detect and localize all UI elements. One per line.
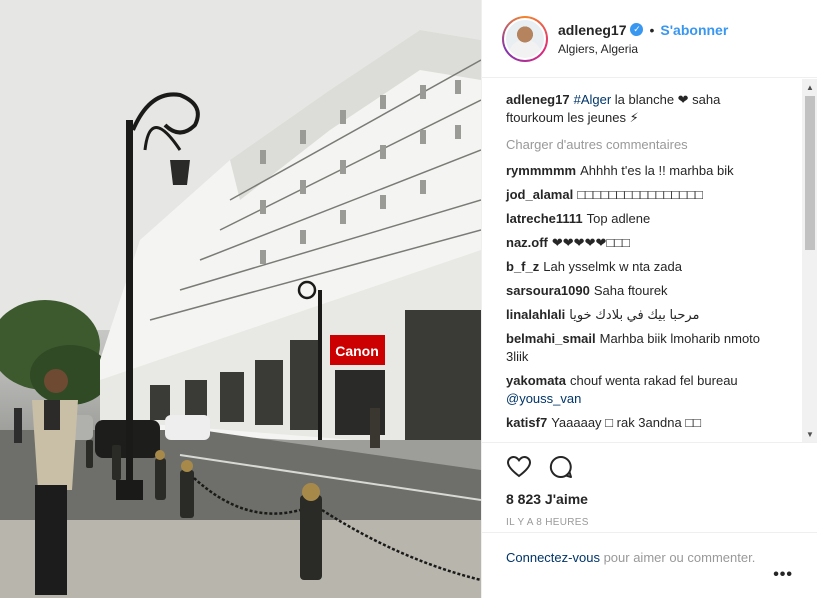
avatar[interactable] (502, 15, 548, 62)
scrollbar-thumb[interactable] (805, 96, 815, 250)
comments-scrollbar[interactable]: ▲ ▼ (802, 79, 817, 442)
scroll-up-arrow-icon[interactable]: ▲ (802, 79, 817, 95)
comment-icon[interactable] (548, 454, 574, 480)
comment-text: Yaaaaay □ rak 3andna □□ (551, 415, 702, 430)
comment-username[interactable]: belmahi_smail (506, 331, 596, 346)
comment-username[interactable]: linalahlali (506, 307, 565, 322)
verified-icon: ✓ (630, 23, 644, 36)
caption-hashtag[interactable]: #Alger (574, 92, 612, 107)
comment-text: ❤❤❤❤❤□□□ (551, 235, 630, 250)
comment-username[interactable]: naz.off (506, 235, 548, 250)
comment-row: linalahlali مرحبا بيك في بلادك خويا (506, 306, 774, 324)
comment-row: naz.off ❤❤❤❤❤□□□ (506, 234, 774, 252)
heart-icon[interactable] (506, 454, 532, 480)
comment-row: b_f_z Lah ysselmk w nta zada (506, 258, 774, 276)
comment-username[interactable]: latreche1111 (506, 211, 583, 226)
avatar-image (504, 17, 546, 60)
comment-row: jod_alamal □□□□□□□□□□□□□□□□ (506, 186, 774, 204)
post-header: adleneg17 ✓ • S'abonner Algiers, Algeria (482, 0, 817, 78)
header-text: adleneg17 ✓ • S'abonner Algiers, Algeria (558, 22, 728, 56)
comment-text: Ahhhh t'es la !! marhba bik (580, 163, 734, 178)
comment-username[interactable]: jod_alamal (506, 187, 573, 202)
comment-row: yakomata chouf wenta rakad fel bureau @you… (506, 372, 774, 408)
separator-dot: • (649, 21, 655, 38)
comment-text: Saha ftourek (593, 283, 668, 298)
comment-username[interactable]: yakomata (506, 373, 566, 388)
login-prompt: Connectez-vous pour aimer ou commenter. (482, 532, 817, 598)
post-side-panel: adleneg17 ✓ • S'abonner Algiers, Algeria… (481, 0, 817, 598)
post-modal: Canon adleneg17 ✓ • S'abonner Algiers, A… (0, 0, 817, 598)
likes-count[interactable]: 8 823 J'aime (506, 491, 794, 507)
comment-row: katisf7 Yaaaaay □ rak 3andna □□ (506, 414, 774, 432)
header-row: adleneg17 ✓ • S'abonner (558, 22, 728, 38)
caption: adleneg17 #Alger la blanche ❤ saha ftourk… (506, 91, 774, 127)
comment-mention[interactable]: @youss_van (506, 391, 581, 406)
comment-username[interactable]: katisf7 (506, 415, 547, 430)
comment-username[interactable]: sarsoura1090 (506, 283, 590, 298)
more-options-icon[interactable]: ••• (773, 566, 793, 584)
scroll-down-arrow-icon[interactable]: ▼ (802, 426, 817, 442)
comment-text: Lah ysselmk w nta zada (543, 259, 682, 274)
comment-text: مرحبا بيك في بلادك خويا (569, 307, 700, 322)
location-link[interactable]: Algiers, Algeria (558, 42, 728, 56)
comment-row: belmahi_smail Marhba biik lmoharib nmoto … (506, 330, 774, 366)
comment-row: sarsoura1090 Saha ftourek (506, 282, 774, 300)
comment-username[interactable]: rymmmmm (506, 163, 576, 178)
login-text: pour aimer ou commenter. (599, 550, 756, 565)
canon-sign-text: Canon (335, 343, 379, 359)
comment-username[interactable]: b_f_z (506, 259, 539, 274)
username-link[interactable]: adleneg17 (558, 22, 626, 38)
action-icons (506, 443, 794, 491)
post-timestamp: IL Y A 8 HEURES (506, 517, 589, 528)
comment-row: latreche1111 Top adlene (506, 210, 774, 228)
comment-text: chouf wenta rakad fel bureau (569, 373, 738, 388)
comment-text: □□□□□□□□□□□□□□□□ (577, 187, 703, 202)
comment-row: rymmmmm Ahhhh t'es la !! marhba bik (506, 162, 774, 180)
caption-username[interactable]: adleneg17 (506, 92, 570, 107)
follow-button[interactable]: S'abonner (660, 22, 728, 38)
comments-list[interactable]: adleneg17 #Alger la blanche ❤ saha ftourk… (482, 79, 802, 442)
street-photo-illustration: Canon (0, 0, 481, 598)
login-link[interactable]: Connectez-vous (506, 550, 600, 565)
comment-text: Top adlene (586, 211, 651, 226)
post-photo[interactable]: Canon (0, 0, 481, 598)
load-more-comments-button[interactable]: Charger d'autres commentaires (506, 137, 802, 152)
